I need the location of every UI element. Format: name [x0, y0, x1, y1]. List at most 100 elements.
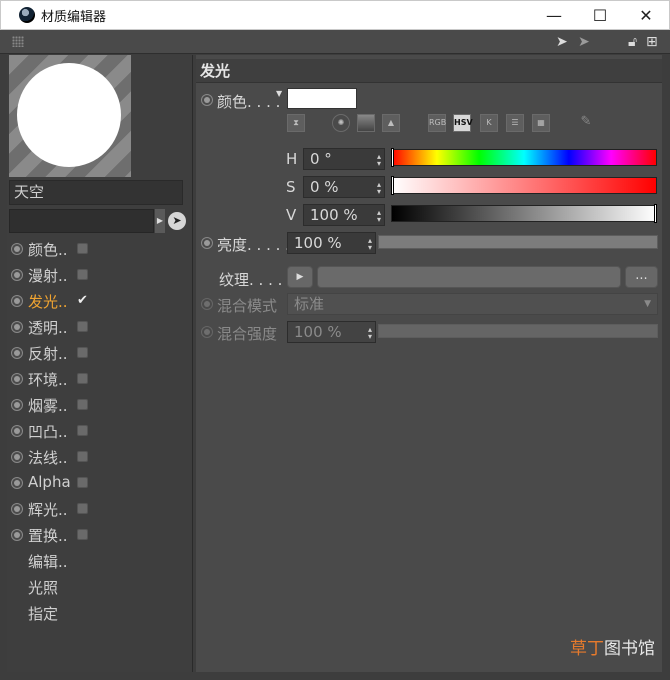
- channel-label: 环境..: [28, 371, 68, 389]
- radio-icon[interactable]: [11, 321, 23, 333]
- saturation-marker[interactable]: [391, 176, 394, 195]
- radio-icon[interactable]: [11, 243, 23, 255]
- eyedropper-icon[interactable]: ✎: [577, 114, 595, 132]
- radio-icon[interactable]: [11, 295, 23, 307]
- spinner-icon[interactable]: ▴ ▾: [377, 209, 381, 224]
- channel-checkbox[interactable]: [77, 399, 88, 410]
- channel-label: 烟雾..: [28, 397, 68, 415]
- channel-label: 透明..: [28, 319, 68, 337]
- channel-fog[interactable]: 烟雾..: [7, 392, 193, 418]
- spinner-icon[interactable]: ▴ ▾: [368, 237, 372, 252]
- radio-icon[interactable]: [11, 503, 23, 515]
- brightness-field[interactable]: 100 % ▴ ▾: [287, 232, 376, 254]
- texture-label: 纹理. . . . .: [219, 271, 292, 289]
- channel-checkbox[interactable]: [77, 477, 88, 488]
- channel-environment[interactable]: 环境..: [7, 366, 193, 392]
- app-logo-icon: [19, 7, 35, 23]
- material-preview[interactable]: [9, 55, 131, 177]
- texture-browse-button[interactable]: ...: [625, 266, 658, 288]
- channel-checkbox[interactable]: [77, 425, 88, 436]
- texture-menu-arrow-icon[interactable]: ▶: [287, 266, 313, 288]
- brightness-slider[interactable]: [378, 235, 658, 249]
- channel-transparency[interactable]: 透明..: [7, 314, 193, 340]
- color-wheel-spectrum-icon[interactable]: ⧗: [287, 114, 305, 132]
- channel-reflectance[interactable]: 反射..: [7, 340, 193, 366]
- item-assignment[interactable]: 指定: [7, 600, 193, 626]
- radio-icon[interactable]: [11, 451, 23, 463]
- value-gradient-slider[interactable]: [391, 204, 657, 223]
- channel-label: 漫射..: [28, 267, 68, 285]
- spinner-icon[interactable]: ▴ ▾: [377, 181, 381, 196]
- channel-luminance[interactable]: 发光.. ✔: [7, 288, 193, 314]
- channel-glow[interactable]: 辉光..: [7, 496, 193, 522]
- channel-color[interactable]: 颜色..: [7, 236, 193, 262]
- radio-icon[interactable]: [11, 425, 23, 437]
- minimize-button[interactable]: —: [531, 1, 577, 29]
- texture-field[interactable]: [317, 266, 621, 288]
- h-value-field[interactable]: 0 ° ▴ ▾: [303, 148, 385, 170]
- brightness-value: 100 %: [294, 234, 342, 252]
- rgb-mode-button[interactable]: RGB: [428, 114, 446, 132]
- left-panel: 天空 ▶ ➤ 颜色.. 漫射.. 发光.. ✔ 透明.. 反射.. 环境.. 烟雾…: [7, 55, 193, 672]
- item-illumination[interactable]: 光照: [7, 574, 193, 600]
- s-value-field[interactable]: 0 % ▴ ▾: [303, 176, 385, 198]
- saturation-gradient-slider[interactable]: [391, 176, 657, 195]
- color-swatch[interactable]: [287, 88, 357, 109]
- channel-checkbox[interactable]: [77, 347, 88, 358]
- color-wheel-icon[interactable]: ✺: [332, 114, 350, 132]
- channel-checkbox[interactable]: [77, 529, 88, 540]
- item-editor[interactable]: 编辑..: [7, 548, 193, 574]
- hue-gradient-slider[interactable]: [391, 148, 657, 167]
- lock-icon[interactable]: 🔓︎: [628, 34, 637, 50]
- hue-marker[interactable]: [391, 148, 394, 167]
- image-picker-icon[interactable]: ▲: [382, 114, 400, 132]
- layer-field[interactable]: [9, 209, 154, 233]
- blend-strength-field: 100 % ▴ ▾: [287, 321, 376, 343]
- mixer-sliders-icon[interactable]: ☰: [506, 114, 524, 132]
- back-arrow-icon[interactable]: ➤: [556, 34, 568, 50]
- channel-checkbox[interactable]: [77, 269, 88, 280]
- channel-normal[interactable]: 法线..: [7, 444, 193, 470]
- channel-diffusion[interactable]: 漫射..: [7, 262, 193, 288]
- v-value: 100 %: [310, 206, 358, 224]
- value-marker[interactable]: [654, 204, 657, 223]
- color-radio-icon[interactable]: [201, 94, 213, 106]
- blend-strength-label: 混合强度: [217, 325, 278, 343]
- v-value-field[interactable]: 100 % ▴ ▾: [303, 204, 385, 226]
- brightness-radio-icon[interactable]: [201, 237, 213, 249]
- pick-cursor-icon[interactable]: ➤: [168, 212, 186, 230]
- channel-bump[interactable]: 凹凸..: [7, 418, 193, 444]
- h-value: 0 °: [310, 150, 332, 168]
- radio-icon[interactable]: [11, 399, 23, 411]
- swatches-icon[interactable]: ▦: [532, 114, 550, 132]
- channel-checkbox[interactable]: [77, 243, 88, 254]
- grip-icon[interactable]: [12, 36, 24, 47]
- channel-alpha[interactable]: Alpha: [7, 470, 193, 496]
- channel-checkbox[interactable]: [77, 373, 88, 384]
- radio-icon[interactable]: [11, 529, 23, 541]
- channel-label: 法线..: [28, 449, 68, 467]
- channel-checkbox[interactable]: [77, 321, 88, 332]
- channel-checkbox[interactable]: ✔: [77, 294, 88, 307]
- forward-arrow-icon[interactable]: ➤: [578, 34, 590, 50]
- kelvin-mode-button[interactable]: K: [480, 114, 498, 132]
- hsv-mode-button[interactable]: HSV: [453, 114, 473, 132]
- channel-checkbox[interactable]: [77, 503, 88, 514]
- material-name-field[interactable]: 天空: [9, 180, 183, 205]
- channel-checkbox[interactable]: [77, 451, 88, 462]
- new-window-icon[interactable]: ⊞: [646, 34, 658, 50]
- dropdown-arrow-icon[interactable]: ▼: [276, 89, 282, 98]
- layer-expand-arrow-icon[interactable]: ▶: [155, 209, 165, 233]
- radio-icon[interactable]: [11, 477, 23, 489]
- radio-icon[interactable]: [11, 269, 23, 281]
- maximize-button[interactable]: ☐: [577, 1, 623, 29]
- close-button[interactable]: ✕: [623, 1, 669, 29]
- channel-displacement[interactable]: 置换..: [7, 522, 193, 548]
- radio-icon[interactable]: [11, 347, 23, 359]
- s-value: 0 %: [310, 178, 339, 196]
- spinner-icon[interactable]: ▴ ▾: [377, 153, 381, 168]
- spectrum-icon[interactable]: [357, 114, 375, 132]
- radio-icon[interactable]: [11, 373, 23, 385]
- window-title: 材质编辑器: [41, 9, 107, 25]
- section-title: 发光: [196, 59, 662, 83]
